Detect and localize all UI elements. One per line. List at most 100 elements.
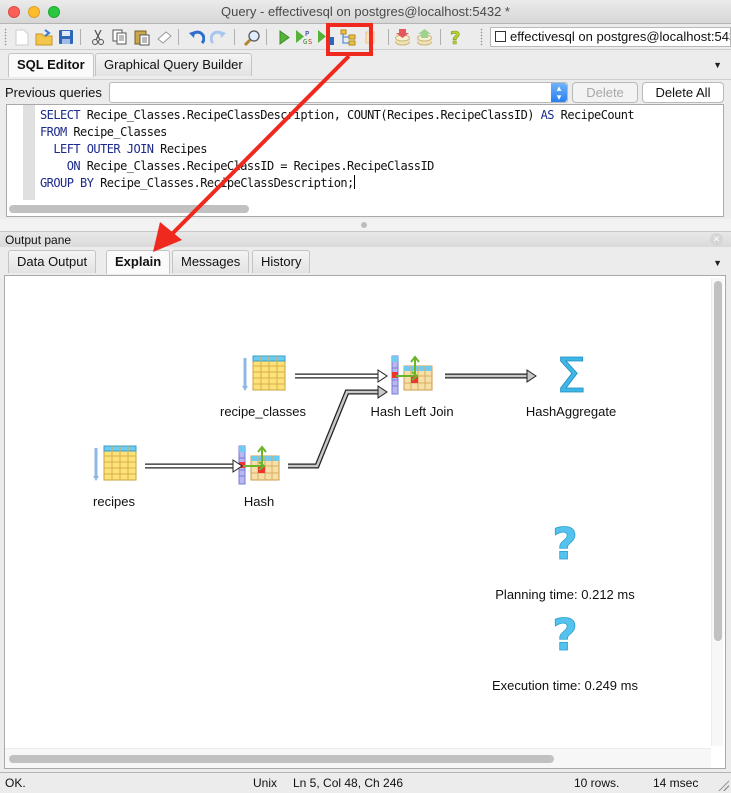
find-icon[interactable] — [242, 27, 262, 47]
sql-text: Recipe_Classes — [66, 125, 167, 139]
splitter-handle[interactable] — [361, 222, 367, 228]
plan-node-recipe-classes-icon[interactable] — [242, 355, 286, 391]
tab-data-output[interactable]: Data Output — [8, 250, 97, 273]
sql-line: LEFT OUTER JOIN Recipes — [40, 141, 634, 158]
plan-node-label[interactable]: recipes — [93, 494, 135, 509]
sql-keyword: SELECT — [40, 108, 81, 122]
sql-keyword: LEFT OUTER JOIN — [53, 142, 154, 156]
planning-time-icon: ? — [552, 519, 578, 570]
output-pane-title: Output pane — [5, 233, 72, 247]
svg-text:Σ: Σ — [556, 348, 586, 404]
plan-node-hash-icon[interactable] — [238, 445, 280, 485]
plan-node-label[interactable]: recipe_classes — [220, 404, 306, 419]
plan-node-label[interactable]: Hash — [244, 494, 274, 509]
toolbar: PGS ? effectivesql on postgres@localhost… — [0, 24, 731, 50]
previous-queries-label: Previous queries — [5, 85, 102, 100]
editor-gutter — [23, 105, 35, 200]
tab-sql-editor[interactable]: SQL Editor — [8, 53, 94, 77]
redo-icon[interactable] — [208, 27, 228, 47]
delete-all-button[interactable]: Delete All — [642, 82, 724, 103]
paste-icon[interactable] — [132, 27, 152, 47]
edge-hash-to-hash-left-join — [288, 385, 388, 469]
edge-hash-left-join-to-hash-aggregate — [445, 369, 537, 383]
sql-line: GROUP BY Recipe_Classes.RecipeClassDescr… — [40, 175, 634, 192]
sql-line: SELECT Recipe_Classes.RecipeClassDescrip… — [40, 107, 635, 124]
cancel-query-icon[interactable] — [360, 27, 380, 47]
explain-horizontal-scroll-track[interactable] — [5, 748, 711, 768]
edge-recipe-classes-to-hash-left-join — [295, 369, 388, 383]
sql-keyword: AS — [540, 108, 555, 122]
tab-explain[interactable]: Explain — [106, 250, 171, 274]
plan-node-label[interactable]: Hash Left Join — [370, 404, 453, 419]
title-bar: Query - effectivesql on postgres@localho… — [0, 0, 731, 24]
connection-checkbox[interactable] — [495, 31, 506, 42]
editor-tabs: SQL Editor Graphical Query Builder ▼ — [0, 51, 731, 77]
open-folder-icon[interactable] — [34, 27, 54, 47]
sql-text: Recipe_Classes.RecipeClassDescription; — [93, 176, 354, 190]
line-endings: Unix — [253, 776, 278, 790]
plan-node-hash-left-join-icon[interactable] — [391, 355, 433, 395]
execute-pgscript-icon[interactable]: PGS — [294, 27, 314, 47]
sql-text: Recipe_Classes.RecipeClassID = Recipes.R… — [80, 159, 435, 173]
sql-keyword: GROUP BY — [40, 176, 94, 190]
explain-horizontal-scrollbar[interactable] — [9, 755, 554, 763]
clear-icon[interactable] — [154, 27, 174, 47]
undo-icon[interactable] — [186, 27, 206, 47]
help-icon[interactable]: ? — [446, 27, 466, 47]
execute-icon[interactable] — [274, 27, 294, 47]
copy-icon[interactable] — [110, 27, 130, 47]
select-arrows-icon[interactable]: ▴ ▾ — [551, 83, 567, 102]
plan-node-hash-aggregate-icon[interactable]: Σ — [555, 348, 586, 405]
output-pane-header: Output pane ✕ — [0, 231, 731, 247]
window-resize-grip[interactable] — [717, 779, 729, 791]
toolbar-grip-2[interactable] — [480, 28, 483, 46]
sql-text: RecipeCount — [553, 108, 635, 122]
tab-history[interactable]: History — [252, 250, 311, 273]
execute-to-file-icon[interactable] — [316, 27, 336, 47]
execution-time-label: Execution time: 0.249 ms — [492, 678, 638, 693]
svg-text:S: S — [308, 38, 312, 46]
edge-recipes-to-hash — [145, 459, 243, 473]
output-tabs-overflow-icon[interactable]: ▼ — [713, 258, 722, 268]
sql-editor[interactable]: SELECT Recipe_Classes.RecipeClassDescrip… — [6, 104, 724, 217]
sql-line: ON Recipe_Classes.RecipeClassID = Recipe… — [40, 158, 634, 175]
sql-text: Recipe_Classes.RecipeClassDescription, C… — [80, 108, 541, 122]
connection-selector[interactable]: effectivesql on postgres@localhost:5432 — [490, 27, 731, 47]
editor-horizontal-scrollbar[interactable] — [9, 205, 249, 213]
sql-keyword: FROM — [40, 125, 67, 139]
previous-queries-select[interactable]: ▴ ▾ — [109, 82, 568, 103]
execution-time-icon: ? — [552, 610, 578, 661]
sql-line: FROM Recipe_Classes — [40, 124, 634, 141]
tab-messages[interactable]: Messages — [172, 250, 250, 273]
tabs-overflow-icon[interactable]: ▼ — [713, 60, 722, 70]
svg-text:G: G — [303, 38, 307, 46]
toolbar-grip[interactable] — [4, 28, 7, 46]
window-title: Query - effectivesql on postgres@localho… — [220, 4, 510, 19]
delete-button[interactable]: Delete — [572, 82, 638, 103]
save-icon[interactable] — [56, 27, 76, 47]
plan-node-recipes-icon[interactable] — [93, 445, 137, 481]
sql-code[interactable]: SELECT Recipe_Classes.RecipeClassDescrip… — [40, 107, 635, 192]
tab-graphical-query-builder[interactable]: Graphical Query Builder — [95, 53, 252, 76]
explain-query-icon[interactable] — [338, 27, 358, 47]
commit-icon[interactable] — [392, 27, 412, 47]
connection-label: effectivesql on postgres@localhost:5432 — [510, 29, 731, 44]
explain-canvas: Σ?? recipe_classesrecipes Hash Hash Left J… — [4, 275, 726, 769]
explain-vertical-scroll-track[interactable] — [711, 278, 723, 746]
svg-text:?: ? — [450, 28, 460, 46]
planning-time-label: Planning time: 0.212 ms — [495, 587, 635, 602]
cut-icon[interactable] — [88, 27, 108, 47]
close-output-pane-icon[interactable]: ✕ — [710, 233, 723, 246]
text-caret — [353, 175, 355, 189]
new-file-icon[interactable] — [12, 27, 32, 47]
sql-text: Recipes — [153, 142, 207, 156]
svg-text:P: P — [305, 30, 309, 38]
row-count: 10 rows. — [574, 776, 620, 790]
explain-vertical-scrollbar[interactable] — [714, 281, 722, 641]
sql-keyword: ON — [66, 159, 81, 173]
rollback-icon[interactable] — [414, 27, 434, 47]
plan-node-label[interactable]: HashAggregate — [526, 404, 616, 419]
pane-splitter[interactable] — [0, 219, 731, 231]
